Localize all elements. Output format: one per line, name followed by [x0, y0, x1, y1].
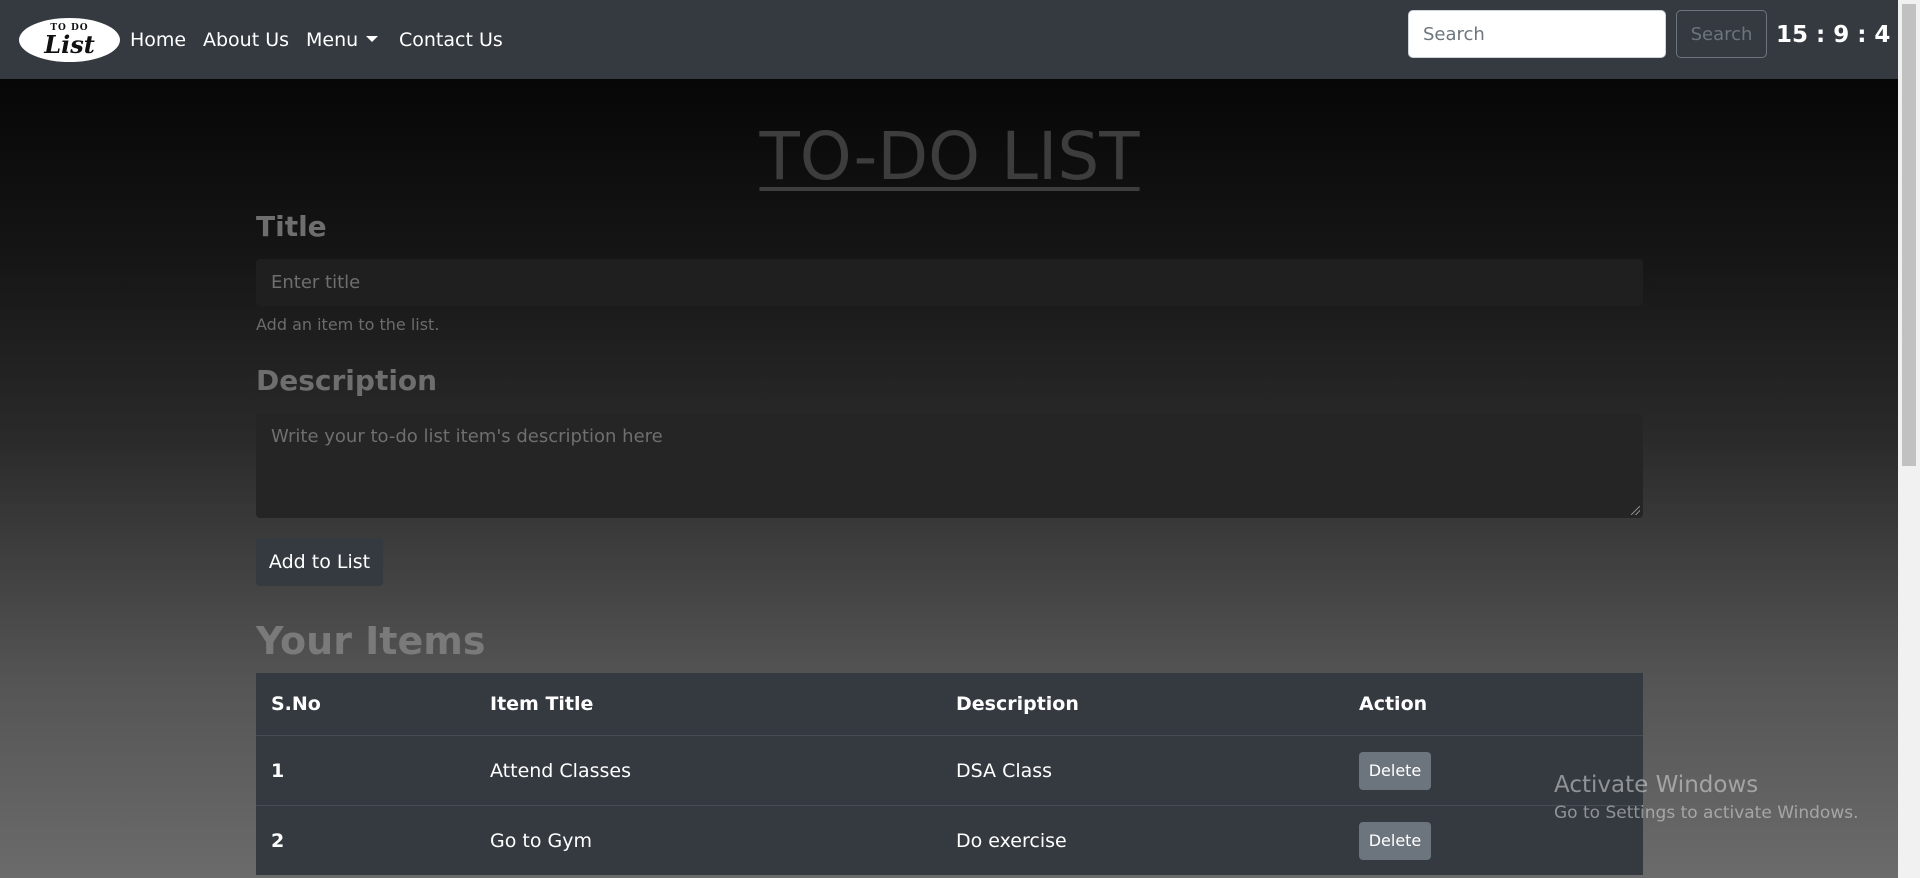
page-title-text: TO-DO LIST — [759, 118, 1140, 195]
brand-logo[interactable]: TO DO List — [19, 18, 120, 62]
page-title: TO-DO LIST — [256, 118, 1643, 196]
resize-handle-icon[interactable] — [1631, 506, 1640, 515]
header-action: Action — [1359, 693, 1428, 715]
row-title: Go to Gym — [490, 829, 592, 852]
nav-menu-label: Menu — [306, 29, 359, 51]
row-sno: 2 — [271, 829, 285, 852]
activate-windows-watermark: Activate Windows Go to Settings to activ… — [1554, 774, 1859, 822]
items-table: S.No Item Title Description Action 1 Att… — [256, 673, 1643, 875]
title-label: Title — [256, 210, 327, 243]
row-title: Attend Classes — [490, 759, 631, 782]
table-row: 2 Go to Gym Do exercise Delete — [256, 806, 1643, 875]
delete-button[interactable]: Delete — [1359, 751, 1431, 790]
nav-link-home[interactable]: Home — [130, 28, 186, 52]
nav-link-about-us[interactable]: About Us — [203, 28, 289, 52]
search-input[interactable] — [1408, 10, 1666, 58]
add-to-list-button[interactable]: Add to List — [256, 538, 383, 586]
table-row: 1 Attend Classes DSA Class Delete — [256, 736, 1643, 806]
header-sno: S.No — [271, 693, 321, 715]
search-button[interactable]: Search — [1676, 10, 1767, 58]
clock: 15 : 9 : 4 — [1776, 22, 1891, 48]
row-action: Delete — [1359, 736, 1431, 805]
row-description: Do exercise — [956, 829, 1067, 852]
table-header-row: S.No Item Title Description Action — [256, 673, 1643, 736]
nav-dropdown-menu[interactable]: Menu — [306, 28, 379, 52]
items-heading: Your Items — [256, 619, 486, 663]
header-description: Description — [956, 693, 1079, 715]
logo-main-text: List — [44, 30, 95, 59]
title-help-text: Add an item to the list. — [256, 315, 440, 334]
scrollbar-thumb[interactable] — [1902, 4, 1916, 466]
header-item-title: Item Title — [490, 693, 594, 715]
description-textarea[interactable] — [256, 414, 1643, 518]
chevron-down-icon — [366, 36, 379, 42]
row-action: Delete — [1359, 806, 1431, 875]
row-description: DSA Class — [956, 759, 1053, 782]
watermark-subtitle: Go to Settings to activate Windows. — [1554, 803, 1859, 823]
description-label: Description — [256, 364, 438, 397]
navbar: TO DO List Home About Us Menu Contact Us… — [0, 0, 1898, 79]
title-input[interactable] — [256, 259, 1643, 306]
nav-link-contact-us[interactable]: Contact Us — [399, 28, 503, 52]
page-scrollbar[interactable] — [1898, 0, 1920, 878]
delete-button[interactable]: Delete — [1359, 821, 1431, 860]
watermark-title: Activate Windows — [1554, 772, 1759, 798]
row-sno: 1 — [271, 759, 285, 782]
